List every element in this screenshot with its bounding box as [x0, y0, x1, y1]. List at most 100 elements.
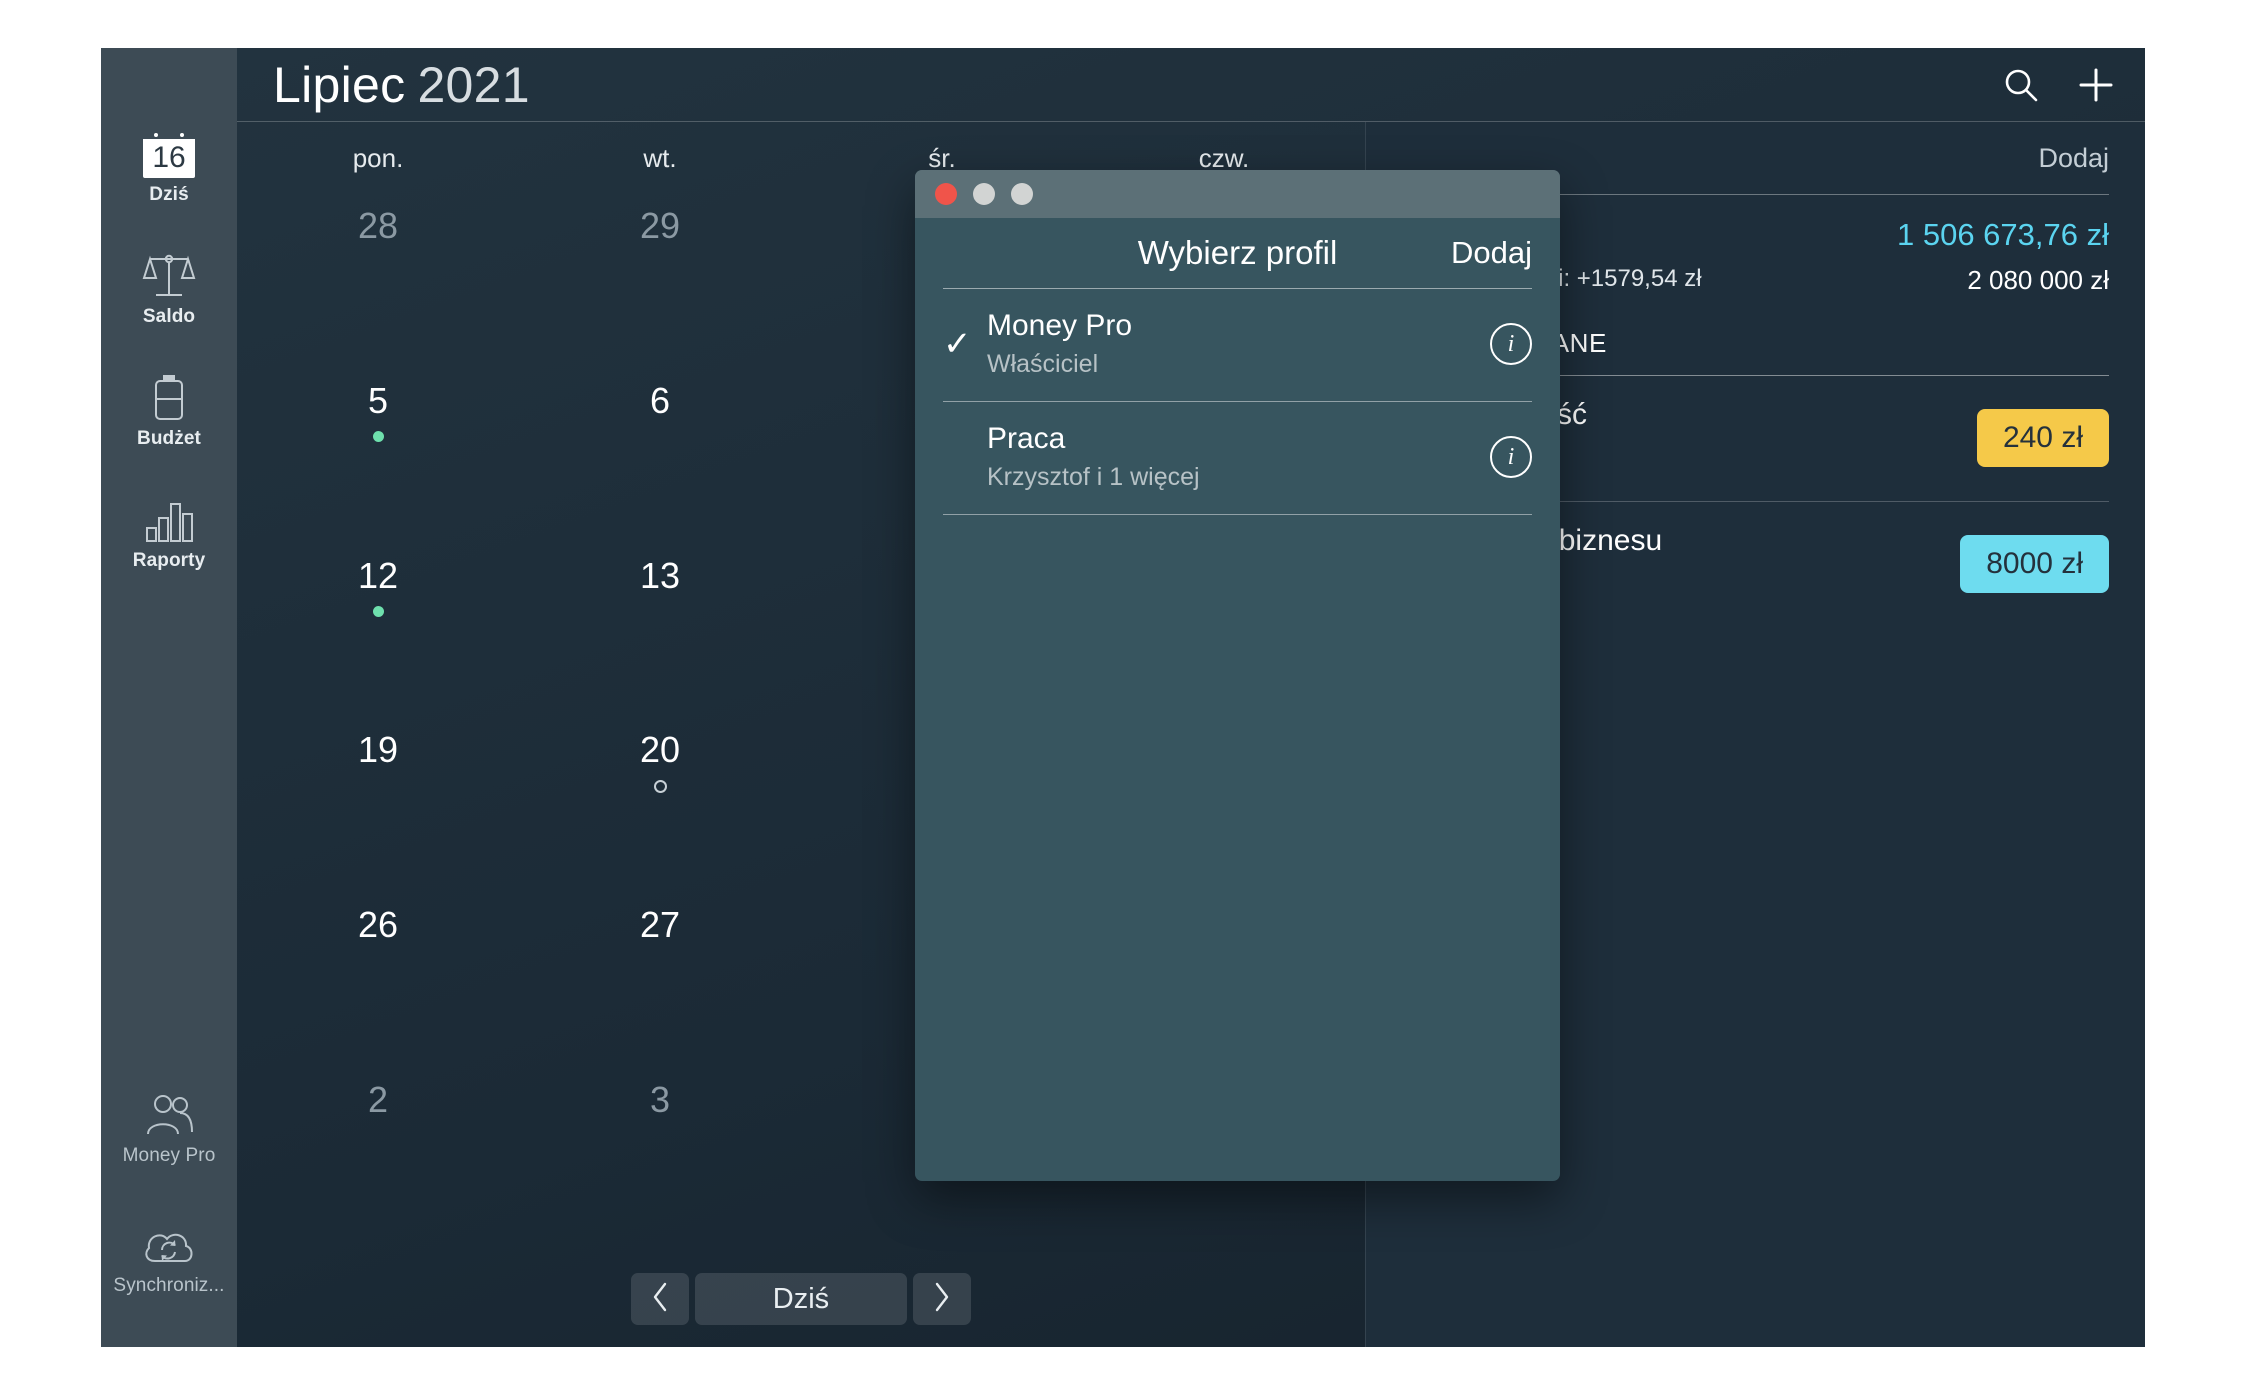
- day-number: 5: [367, 379, 389, 421]
- day-dot: [373, 780, 384, 791]
- transaction-amount-badge[interactable]: 240 zł: [1976, 408, 2109, 467]
- battery-icon: [101, 374, 237, 422]
- top-toolbar: Lipiec 2021: [237, 48, 2145, 122]
- profile-texts: Money Pro Właściciel: [987, 309, 1490, 379]
- calendar-day[interactable]: 13: [519, 544, 801, 719]
- transaction-amount-badge[interactable]: 8000 zł: [1960, 534, 2109, 593]
- calendar-icon-day: 16: [152, 141, 186, 174]
- cloud-sync-icon: [101, 1221, 237, 1269]
- chevron-left-icon: [649, 1280, 671, 1319]
- calendar-day[interactable]: 6: [519, 369, 801, 544]
- dow-label: śr.: [928, 142, 956, 173]
- account-values: 1 506 673,76 zł 2 080 000 zł: [1897, 217, 2109, 296]
- profile-name: Money Pro: [987, 309, 1133, 342]
- calendar-16-icon: 16: [101, 130, 237, 178]
- sidebar-item-synchronizacja[interactable]: Synchroniz...: [101, 1209, 237, 1307]
- sidebar-item-saldo[interactable]: Saldo: [101, 240, 237, 338]
- dialog-add-button[interactable]: Dodaj: [1451, 235, 1532, 271]
- calendar-day[interactable]: 5: [237, 369, 519, 544]
- account-secondary-value: 2 080 000 zł: [1967, 265, 2109, 295]
- day-number: 12: [357, 554, 399, 596]
- day-dot: [655, 1130, 666, 1141]
- dow-label: pon.: [352, 142, 404, 173]
- calendar-day[interactable]: 27: [519, 893, 801, 1068]
- sidebar: 16 Dziś Saldo Budżet Raporty Money Pro S…: [101, 48, 237, 1347]
- sidebar-item-dzis[interactable]: 16 Dziś: [101, 118, 237, 216]
- dialog-titlebar[interactable]: [915, 170, 1560, 218]
- day-dot: [653, 780, 667, 794]
- calendar-day[interactable]: 19: [237, 718, 519, 893]
- day-dot: [655, 606, 666, 617]
- day-dot: [655, 431, 666, 442]
- day-number: 29: [639, 205, 681, 246]
- day-dot: [372, 605, 384, 617]
- day-number: 6: [649, 379, 671, 421]
- day-dot: [655, 955, 666, 966]
- dow-label: wt.: [643, 142, 677, 173]
- calendar-day[interactable]: 2: [237, 1068, 519, 1243]
- info-icon[interactable]: i: [1490, 323, 1532, 365]
- day-number: 3: [649, 1079, 671, 1121]
- profile-role: Krzysztof i 1 więcej: [987, 463, 1200, 491]
- people-icon: [101, 1091, 237, 1139]
- calendar-day[interactable]: 12: [237, 544, 519, 719]
- sidebar-item-label: Money Pro: [122, 1145, 216, 1166]
- calendar-day[interactable]: 28: [237, 194, 519, 369]
- profile-name: Praca: [987, 422, 1066, 455]
- day-dot: [372, 430, 384, 442]
- sidebar-bottom-group: Money Pro Synchroniz...: [101, 1079, 237, 1307]
- calendar-day[interactable]: 20: [519, 718, 801, 893]
- calendar-day[interactable]: 26: [237, 893, 519, 1068]
- sidebar-item-label: Raporty: [132, 550, 206, 571]
- profile-picker-dialog: Wybierz profil Dodaj ✓ Money Pro Właścic…: [915, 170, 1560, 1181]
- close-traffic-light[interactable]: [935, 183, 957, 205]
- day-dot: [373, 1130, 384, 1141]
- plus-icon[interactable]: [2075, 64, 2117, 106]
- bar-chart-icon: [101, 496, 237, 544]
- day-dot: [373, 256, 384, 267]
- day-dot: [655, 256, 666, 267]
- calendar-footer: Dziś: [237, 1251, 1365, 1347]
- minimize-traffic-light[interactable]: [973, 183, 995, 205]
- day-number: 28: [357, 205, 399, 246]
- day-number: 26: [357, 904, 399, 946]
- calendar-day[interactable]: 3: [519, 1068, 801, 1243]
- month-name: Lipiec: [273, 56, 406, 113]
- page-title: Lipiec 2021: [273, 60, 530, 110]
- selected-check-icon: ✓: [943, 325, 972, 363]
- day-dot: [373, 955, 384, 966]
- day-number: 19: [357, 729, 399, 771]
- dialog-header: Wybierz profil Dodaj: [943, 218, 1532, 289]
- sidebar-item-label: Synchroniz...: [113, 1275, 225, 1296]
- sidebar-item-raporty[interactable]: Raporty: [101, 484, 237, 582]
- sidebar-top-group: 16 Dziś Saldo Budżet Raporty: [101, 118, 237, 606]
- account-balance: 1 506 673,76 zł: [1896, 217, 2109, 252]
- panel-add-label: Dodaj: [2038, 142, 2109, 173]
- sidebar-item-label: Budżet: [137, 428, 201, 449]
- sidebar-item-label: Saldo: [142, 306, 196, 327]
- year-label: 2021: [417, 56, 530, 113]
- dow-label: czw.: [1198, 142, 1250, 173]
- chevron-right-icon: [931, 1280, 953, 1319]
- profile-list-item[interactable]: Praca Krzysztof i 1 więcej i: [943, 402, 1532, 515]
- info-icon[interactable]: i: [1490, 436, 1532, 478]
- prev-month-button[interactable]: [631, 1273, 689, 1325]
- today-button-label: Dziś: [772, 1282, 830, 1315]
- sidebar-item-money-pro[interactable]: Money Pro: [101, 1079, 237, 1177]
- next-month-button[interactable]: [913, 1273, 971, 1325]
- search-icon[interactable]: [2001, 65, 2041, 105]
- sidebar-item-label: Dziś: [149, 184, 189, 205]
- maximize-traffic-light[interactable]: [1011, 183, 1033, 205]
- sidebar-item-budzet[interactable]: Budżet: [101, 362, 237, 460]
- profile-role: Właściciel: [987, 350, 1099, 378]
- day-number: 20: [639, 729, 681, 771]
- day-number: 2: [367, 1079, 389, 1121]
- dialog-body: Wybierz profil Dodaj ✓ Money Pro Właścic…: [915, 218, 1560, 515]
- day-number: 27: [639, 904, 681, 946]
- today-button[interactable]: Dziś: [695, 1273, 907, 1325]
- profile-texts: Praca Krzysztof i 1 więcej: [987, 422, 1490, 492]
- app-window: 16 Dziś Saldo Budżet Raporty Money Pro S…: [101, 48, 2145, 1347]
- profile-list-item[interactable]: ✓ Money Pro Właściciel i: [943, 289, 1532, 402]
- scales-icon: [101, 252, 237, 300]
- calendar-day[interactable]: 29: [519, 194, 801, 369]
